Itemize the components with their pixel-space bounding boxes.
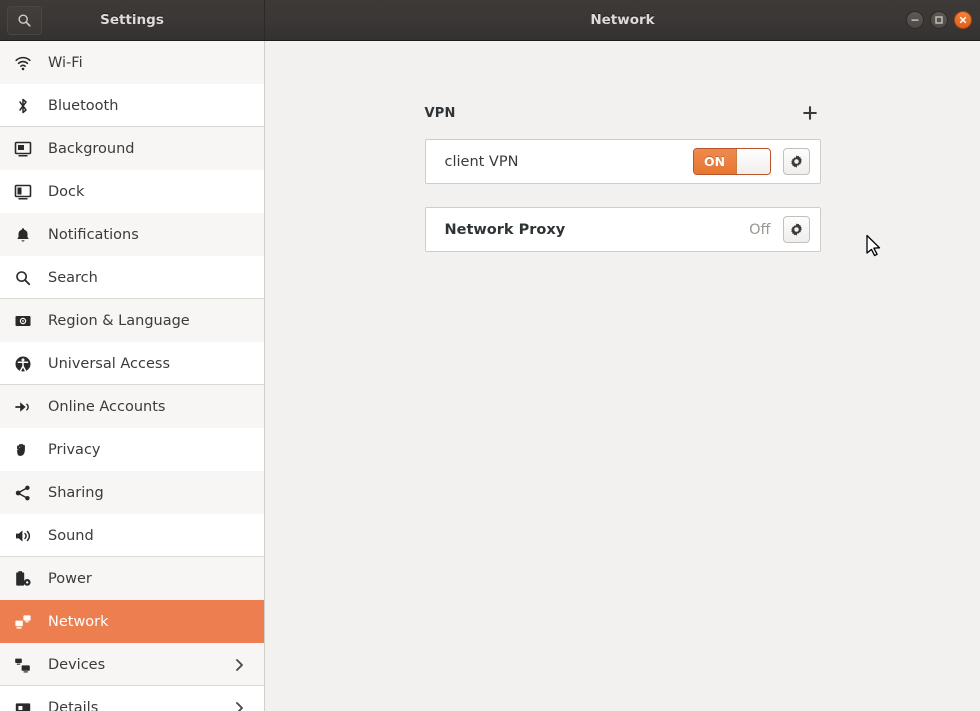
maximize-icon [935,16,943,24]
sidebar-item-label: Region & Language [48,312,190,329]
power-icon [14,570,40,588]
search-button[interactable] [7,5,42,35]
vpn-toggle-state-label: ON [693,149,736,174]
sound-icon [14,527,40,545]
background-icon [14,140,40,158]
network-proxy-label: Network Proxy [444,221,566,238]
sidebar-item-region-language[interactable]: Region & Language [0,299,264,342]
vpn-settings-button[interactable] [782,148,810,175]
vpn-row-controls: ON [692,148,810,175]
vpn-toggle-switch[interactable]: ON [692,148,771,175]
sidebar-item-background[interactable]: Background [0,127,264,170]
dock-icon [14,183,40,201]
wifi-icon [14,54,40,72]
sidebar-item-label: Devices [48,656,106,673]
sidebar-item-universal-access[interactable]: Universal Access [0,342,264,385]
bell-icon [14,226,40,244]
gear-icon [790,223,802,236]
sidebar-item-label: Online Accounts [48,398,166,415]
maximize-button[interactable] [930,11,948,29]
close-icon [959,16,967,24]
vpn-section-title: VPN [424,105,456,121]
devices-icon [14,656,40,674]
window-controls [906,11,972,29]
settings-window: Settings Network Wi-Fi Bluetooth Backgro… [0,0,980,711]
minimize-button[interactable] [906,11,924,29]
sidebar-item-label: Universal Access [48,355,171,372]
network-proxy-state: Off [749,221,771,238]
sidebar-item-label: Wi-Fi [48,54,83,71]
mouse-pointer-icon [865,234,883,263]
search-icon [18,13,31,27]
plus-icon [802,106,817,120]
sidebar-item-label: Dock [48,183,85,200]
gear-icon [790,155,802,168]
sidebar-item-bluetooth[interactable]: Bluetooth [0,84,264,127]
sidebar-item-network[interactable]: Network [0,600,264,643]
online-accounts-icon [14,398,40,416]
minimize-icon [911,19,919,21]
universal-access-icon [14,355,40,373]
network-proxy-row[interactable]: Network Proxy Off [424,207,821,252]
sidebar[interactable]: Wi-Fi Bluetooth Background Dock Notifica… [0,41,265,711]
sidebar-item-label: Privacy [48,441,101,458]
sidebar-item-label: Power [48,570,92,587]
sidebar-item-power[interactable]: Power [0,557,264,600]
sidebar-item-label: Background [48,140,135,157]
titlebar-left-pane: Settings [0,0,265,40]
network-proxy-settings-button[interactable] [782,216,810,243]
chevron-right-icon [234,658,246,672]
vpn-row[interactable]: client VPN ON [424,139,821,184]
sidebar-item-privacy[interactable]: Privacy [0,428,264,471]
sidebar-item-label: Network [48,613,109,630]
sidebar-item-label: Notifications [48,226,139,243]
privacy-hand-icon [14,441,40,459]
page-title: Network [590,12,655,28]
region-language-icon [14,312,40,330]
window-body: Wi-Fi Bluetooth Background Dock Notifica… [0,41,980,711]
sidebar-item-label: Sharing [48,484,104,501]
sidebar-item-sharing[interactable]: Sharing [0,471,264,514]
sidebar-item-dock[interactable]: Dock [0,170,264,213]
sidebar-item-label: Sound [48,527,94,544]
details-icon [14,699,40,711]
sidebar-item-notifications[interactable]: Notifications [0,213,264,256]
sidebar-item-search[interactable]: Search [0,256,264,299]
titlebar-right-pane: Network [265,0,980,40]
sharing-icon [14,484,40,502]
vpn-toggle-knob [735,149,770,174]
sidebar-item-wi-fi[interactable]: Wi-Fi [0,41,264,84]
close-button[interactable] [954,11,972,29]
add-vpn-button[interactable] [799,102,821,124]
vpn-name: client VPN [444,153,519,170]
sidebar-item-label: Bluetooth [48,97,119,114]
network-proxy-controls: Off [749,216,810,243]
bluetooth-icon [14,97,40,115]
titlebar: Settings Network [0,0,980,41]
vpn-section-header: VPN [425,99,821,127]
chevron-right-icon [234,701,246,711]
main-panel: VPN client VPN ON Network Proxy Off [265,41,980,711]
network-icon [14,613,40,631]
sidebar-item-sound[interactable]: Sound [0,514,264,557]
sidebar-item-details[interactable]: Details [0,686,264,711]
sidebar-item-label: Search [48,269,98,286]
sidebar-item-label: Details [48,699,99,711]
search-icon [14,269,40,287]
network-settings-content: VPN client VPN ON Network Proxy Off [424,41,821,252]
sidebar-item-devices[interactable]: Devices [0,643,264,686]
sidebar-item-online-accounts[interactable]: Online Accounts [0,385,264,428]
